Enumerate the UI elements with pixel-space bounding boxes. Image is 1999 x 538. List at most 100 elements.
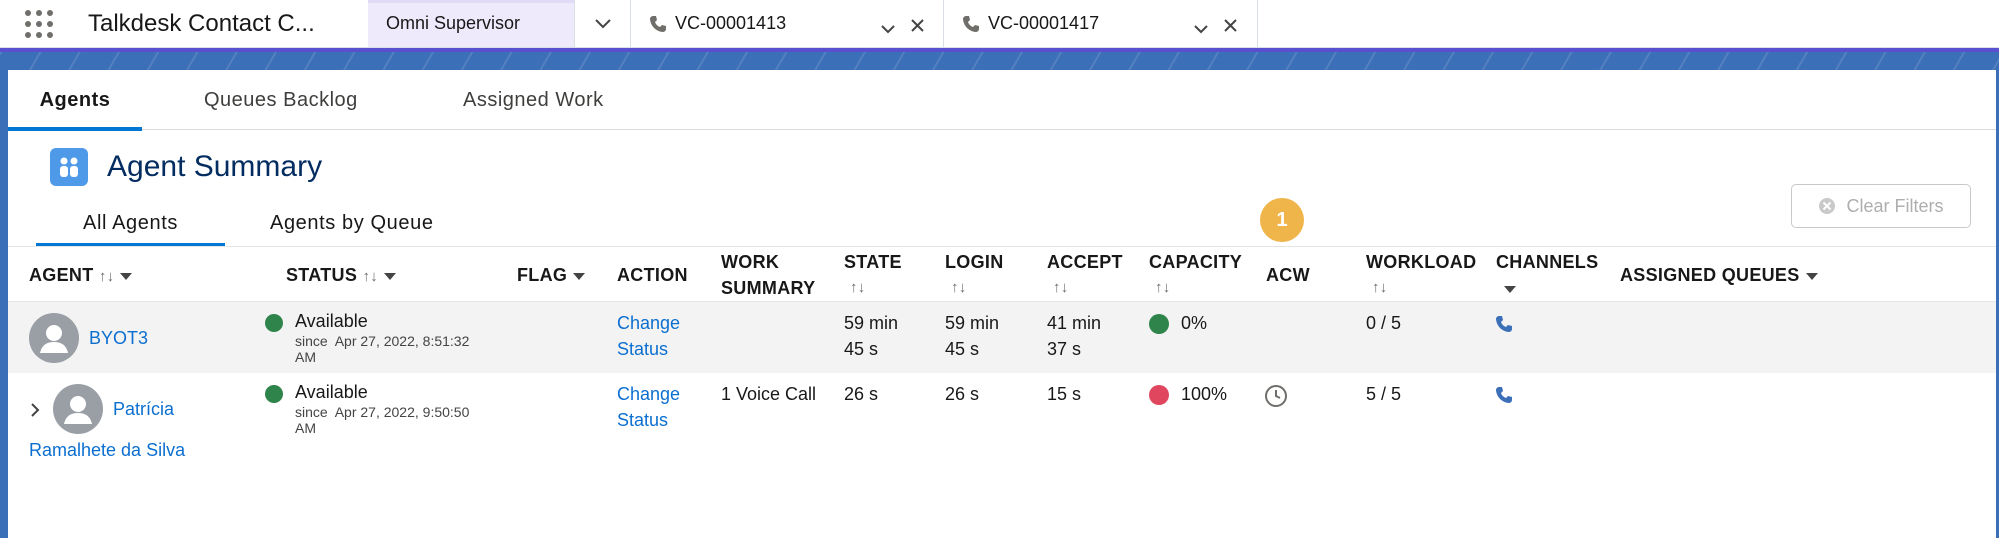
column-capacity-label: CAPACITY (1149, 252, 1243, 272)
agent-summary-icon (50, 148, 88, 186)
chevron-down-icon (594, 18, 611, 28)
sort-icon[interactable]: ↑↓ (362, 268, 378, 285)
change-status-link[interactable]: Change Status (617, 310, 680, 362)
workspace-tab-vc-00001413[interactable]: VC-00001413 (631, 0, 944, 47)
column-login-label: LOGIN (945, 252, 1004, 272)
login-duration: 59 min 45 s (945, 310, 999, 362)
column-agent-label: AGENT (29, 265, 94, 285)
capacity-indicator (1149, 385, 1169, 405)
status-indicator (265, 314, 283, 332)
change-status-link[interactable]: Change Status (617, 381, 680, 433)
brand-banner (0, 48, 1999, 70)
since-datetime: Apr 27, 2022, 9:50:50 (334, 404, 470, 420)
column-accept[interactable]: ACCEPT ↑↓ (1047, 249, 1123, 301)
column-state[interactable]: STATE ↑↓ (844, 249, 902, 301)
column-agent[interactable]: AGENT ↑↓ (29, 262, 133, 290)
accept-duration: 41 min 37 s (1047, 310, 1101, 362)
column-assigned-queues-label: ASSIGNED QUEUES (1620, 265, 1800, 285)
page-title: Agent Summary (107, 150, 323, 183)
column-channels-label: CHANNELS (1496, 252, 1599, 272)
workspace-tab-omni-supervisor[interactable]: Omni Supervisor (368, 0, 575, 47)
state-duration-line1: 59 min (844, 313, 899, 333)
chevron-down-icon[interactable] (573, 272, 586, 280)
column-status[interactable]: STATUS ↑↓ (286, 262, 397, 290)
column-acw: ACW (1266, 265, 1310, 285)
close-tab-button[interactable] (1224, 16, 1237, 37)
column-status-label: STATUS (286, 265, 358, 285)
column-work-summary-line2: SUMMARY (721, 278, 816, 298)
tab-dropdown-button[interactable] (881, 18, 895, 39)
acw-clock-icon (1264, 384, 1288, 413)
change-status-line2: Status (617, 339, 669, 359)
chevron-down-icon[interactable] (1504, 285, 1516, 293)
status-since: since Apr 27, 2022, 8:51:32 AM (295, 333, 469, 365)
supervisor-tab-bar: Agents Queues Backlog Assigned Work (8, 70, 1996, 131)
login-duration-line2: 45 s (945, 339, 980, 359)
agent-name-link[interactable]: BYOT3 (89, 325, 148, 351)
tab-all-agents[interactable]: All Agents (36, 200, 225, 246)
workspace-tab-label: Omni Supervisor (386, 13, 521, 33)
change-status-line2: Status (617, 410, 669, 430)
since-label: since (295, 333, 328, 349)
agent-name-link-continued[interactable]: Ramalhete da Silva (29, 437, 185, 463)
change-status-line1: Change (617, 313, 681, 333)
app-name: Talkdesk Contact C... (88, 9, 315, 37)
login-duration: 26 s (945, 384, 980, 404)
column-assigned-queues[interactable]: ASSIGNED QUEUES (1620, 262, 1818, 288)
column-work-summary: WORK SUMMARY (721, 249, 815, 301)
accept-duration-line1: 41 min (1047, 313, 1102, 333)
accept-duration-line2: 37 s (1047, 339, 1082, 359)
app-launcher-button[interactable] (0, 0, 78, 47)
table-row: Patrícia Ramalhete da Silva Available si… (8, 373, 1996, 473)
notification-badge[interactable]: 1 (1260, 198, 1304, 242)
sort-icon[interactable]: ↑↓ (1366, 275, 1476, 301)
chevron-down-icon[interactable] (120, 272, 133, 280)
phone-icon (963, 15, 979, 32)
sort-icon[interactable]: ↑↓ (844, 275, 902, 301)
status-indicator (265, 385, 283, 403)
column-login[interactable]: LOGIN ↑↓ (945, 249, 1004, 301)
chevron-down-icon (881, 25, 895, 34)
app-launcher-icon (25, 9, 53, 38)
close-icon (911, 19, 924, 32)
clear-icon (1819, 198, 1836, 214)
tab-menu-button[interactable] (575, 0, 631, 47)
column-workload-label: WORKLOAD (1366, 252, 1477, 272)
sort-icon[interactable]: ↑↓ (1149, 275, 1242, 301)
workspace-tab-vc-00001417[interactable]: VC-00001417 (944, 0, 1258, 47)
tab-dropdown-button[interactable] (1194, 18, 1208, 39)
avatar (29, 313, 79, 363)
phone-icon (650, 15, 666, 32)
agent-name-link[interactable]: Patrícia (113, 396, 174, 422)
chevron-down-icon[interactable] (384, 272, 397, 280)
since-datetime-suffix: AM (295, 349, 316, 365)
page-border-left (0, 70, 8, 538)
tab-assigned-work[interactable]: Assigned Work (463, 70, 604, 130)
tab-agents-by-queue[interactable]: Agents by Queue (270, 200, 434, 246)
tab-agents[interactable]: Agents (8, 70, 142, 131)
agents-table-header: AGENT ↑↓ STATUS ↑↓ FLAG ACTION WORK SUMM… (8, 246, 1996, 302)
capacity-indicator (1149, 314, 1169, 334)
chevron-down-icon[interactable] (1805, 272, 1818, 280)
sort-icon[interactable]: ↑↓ (945, 275, 1004, 301)
status-text: Available (295, 382, 368, 402)
omni-supervisor-panel: Agents Queues Backlog Assigned Work Agen… (8, 70, 1996, 538)
sort-ascending-icon[interactable]: ↑↓ (99, 268, 115, 285)
console-nav-bar: Talkdesk Contact C... Omni Supervisor VC… (0, 0, 1999, 48)
expand-row-button[interactable] (30, 402, 40, 423)
column-capacity[interactable]: CAPACITY ↑↓ (1149, 249, 1242, 301)
workspace-tab-label: VC-00001417 (988, 13, 1100, 33)
capacity-value: 100% (1181, 384, 1228, 404)
tab-queues-backlog[interactable]: Queues Backlog (204, 70, 358, 130)
column-state-label: STATE (844, 252, 902, 272)
phone-channel-icon (1495, 315, 1513, 338)
column-channels[interactable]: CHANNELS (1496, 249, 1598, 301)
close-tab-button[interactable] (911, 16, 924, 37)
clear-filters-button[interactable]: Clear Filters (1791, 184, 1971, 228)
column-action: ACTION (617, 265, 688, 285)
avatar (53, 384, 103, 434)
column-workload[interactable]: WORKLOAD ↑↓ (1366, 249, 1476, 301)
accept-duration: 15 s (1047, 384, 1082, 404)
sort-icon[interactable]: ↑↓ (1047, 275, 1123, 301)
column-flag[interactable]: FLAG (517, 262, 586, 288)
